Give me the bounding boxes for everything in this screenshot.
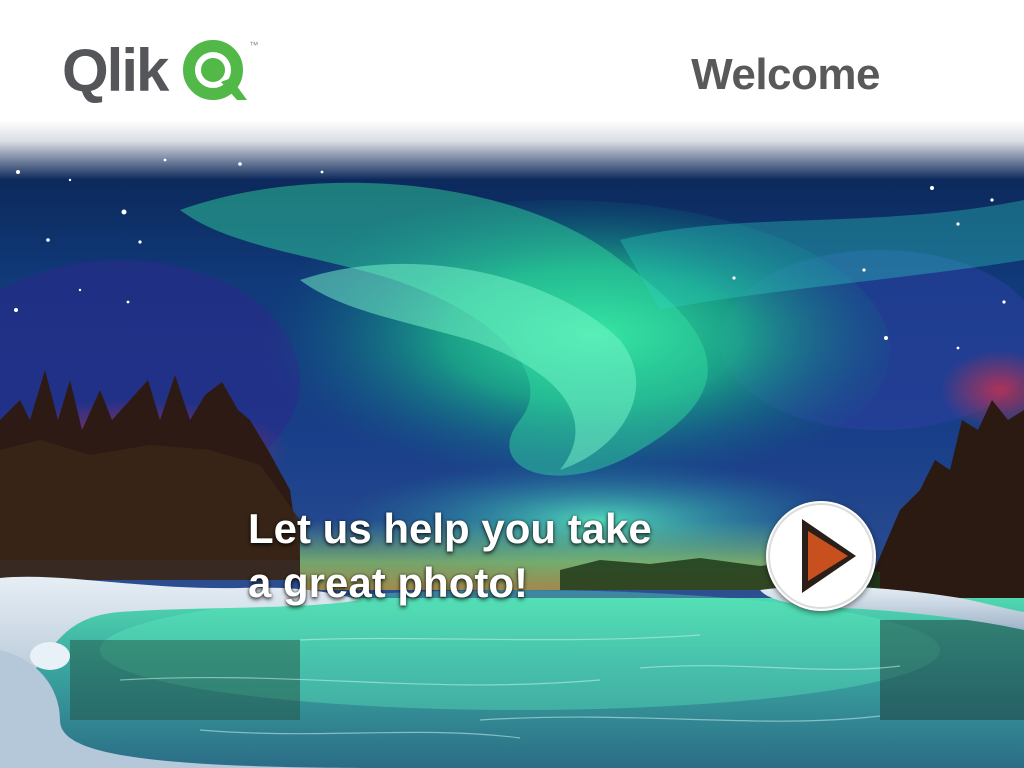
play-icon [768, 503, 874, 609]
page-title: Welcome [691, 50, 880, 99]
trademark-symbol: ™ [249, 40, 259, 50]
qlik-q-icon [183, 40, 248, 100]
play-button[interactable] [766, 501, 876, 611]
tagline-line-1: Let us help you take [248, 505, 652, 552]
tagline: Let us help you take a great photo! [248, 502, 768, 610]
qlik-logo: Qlik ™ [62, 36, 258, 106]
tagline-line-2: a great photo! [248, 559, 528, 606]
header-fade [0, 120, 1024, 180]
logo-wordmark: Qlik [62, 37, 169, 104]
aurora-background-image [0, 120, 1024, 768]
aurora-scene [0, 120, 1024, 768]
